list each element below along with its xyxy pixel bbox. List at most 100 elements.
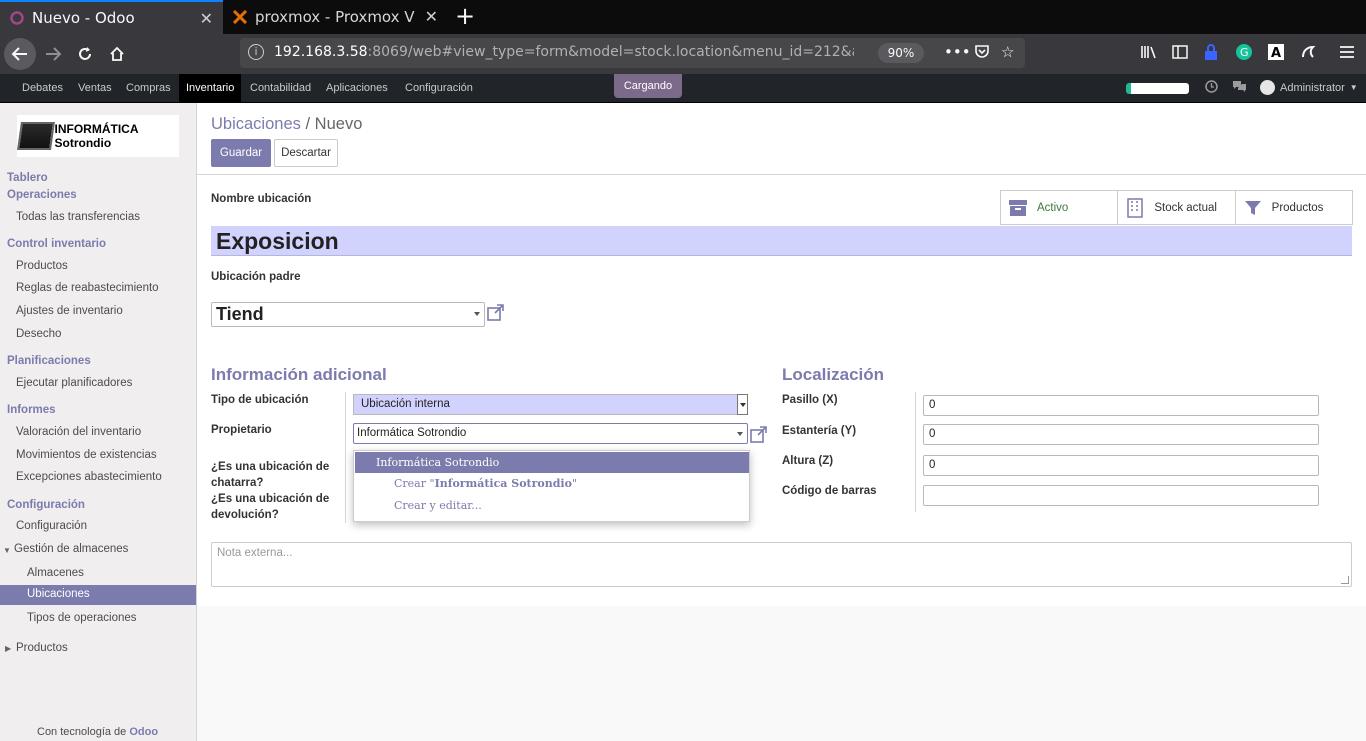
browser-tab-strip: Nuevo - Odoo ✕ proxmox - Proxmox Virt ✕ …	[0, 0, 1366, 34]
browser-tab-odoo[interactable]: Nuevo - Odoo ✕	[0, 0, 223, 34]
bookmark-star-icon[interactable]: ☆	[1001, 43, 1014, 61]
back-arrow-icon[interactable]	[4, 38, 36, 70]
return-location-label: ¿Es una ubicación de devolución?	[211, 493, 330, 521]
laptop-icon	[17, 122, 55, 150]
dropdown-option-create-edit[interactable]: Crear y editar...	[394, 499, 482, 512]
company-logo: INFORMÁTICA Sotrondio	[17, 115, 179, 157]
resize-handle-icon[interactable]	[1341, 576, 1349, 584]
menu-compras[interactable]: Compras	[119, 74, 178, 102]
sidebar-heading-configuracion[interactable]: Configuración	[7, 499, 85, 511]
external-note-textarea[interactable]: Nota externa...	[211, 542, 1352, 587]
caret-down-icon[interactable]: ▼	[3, 546, 11, 555]
sidebar-group-almacenes[interactable]: Gestión de almacenes	[14, 543, 128, 555]
location-name-input[interactable]: Exposicion	[211, 226, 1352, 256]
discard-button[interactable]: Descartar	[274, 139, 338, 167]
sidebar-item-configuracion[interactable]: Configuración	[16, 520, 87, 532]
browser-tab-proxmox[interactable]: proxmox - Proxmox Virt ✕	[223, 0, 448, 34]
lock-extension-icon[interactable]	[1204, 44, 1218, 64]
menu-contabilidad[interactable]: Contabilidad	[243, 74, 318, 102]
library-icon[interactable]	[1140, 44, 1158, 64]
products-button[interactable]: Productos	[1236, 191, 1352, 224]
extension-icon[interactable]	[1300, 44, 1316, 64]
localization-title: Localización	[782, 365, 885, 384]
address-bar[interactable]: i 192.168.3.58:8069/web#view_type=form&m…	[240, 38, 1025, 68]
sidebar-item-desecho[interactable]: Desecho	[16, 328, 61, 340]
label-separator	[345, 392, 346, 523]
chevron-down-icon[interactable]	[474, 312, 480, 316]
menu-ventas[interactable]: Ventas	[71, 74, 119, 102]
breadcrumb-current: Nuevo	[314, 115, 363, 133]
odoo-link[interactable]: Odoo	[129, 726, 158, 738]
sidebar-heading-informes[interactable]: Informes	[7, 404, 56, 416]
products-label: Productos	[1271, 201, 1324, 214]
close-icon[interactable]: ✕	[200, 9, 213, 28]
menu-inventario[interactable]: Inventario	[179, 74, 242, 102]
owner-value: Informática Sotrondio	[357, 427, 467, 439]
svg-text:G: G	[1240, 46, 1249, 59]
sidebar-item-ajustes[interactable]: Ajustes de inventario	[16, 305, 123, 317]
breadcrumb-separator: /	[305, 115, 311, 133]
menu-debates[interactable]: Debates	[15, 74, 70, 102]
sidebar-item-excepciones[interactable]: Excepciones abastecimiento	[16, 471, 162, 483]
chat-bubbles-icon[interactable]	[1232, 80, 1247, 97]
sidebar-item-almacenes[interactable]: Almacenes	[27, 567, 84, 579]
select-arrow-icon[interactable]	[737, 394, 748, 415]
grammarly-icon[interactable]: G	[1236, 44, 1252, 64]
dropdown-option-selected[interactable]: Informática Sotrondio	[355, 452, 749, 473]
label-separator	[915, 392, 916, 512]
menu-configuracion[interactable]: Configuración	[398, 74, 480, 102]
current-stock-label: Stock actual	[1154, 201, 1217, 214]
menu-aplicaciones[interactable]: Aplicaciones	[319, 74, 395, 102]
chevron-down-icon[interactable]	[737, 432, 743, 436]
barcode-label: Código de barras	[782, 485, 877, 497]
external-link-icon[interactable]	[750, 426, 767, 448]
sidebar-heading-planificaciones[interactable]: Planificaciones	[7, 355, 91, 367]
sidebar-item-movimientos[interactable]: Movimientos de existencias	[16, 449, 157, 461]
aisle-label: Pasillo (X)	[782, 394, 838, 406]
current-stock-button[interactable]: Stock actual	[1118, 191, 1236, 224]
parent-location-value: Tiend	[216, 304, 264, 324]
info-icon[interactable]: i	[248, 44, 264, 60]
sidebar-heading-tablero[interactable]: Tablero	[7, 172, 48, 184]
owner-input[interactable]: Informática Sotrondio	[353, 423, 748, 444]
sidebar-item-valoracion[interactable]: Valoración del inventario	[16, 426, 141, 438]
sidebar-item-productos[interactable]: Productos	[16, 260, 68, 272]
note-placeholder: Nota externa...	[217, 547, 293, 559]
active-toggle-button[interactable]: Activo	[1001, 191, 1119, 224]
sidebar-item-ubicaciones[interactable]: Ubicaciones	[0, 585, 196, 605]
close-icon[interactable]: ✕	[425, 7, 438, 26]
home-icon[interactable]	[101, 38, 133, 70]
external-link-icon[interactable]	[487, 304, 504, 326]
forward-arrow-icon[interactable]	[37, 38, 69, 70]
hamburger-menu-icon[interactable]	[1340, 44, 1354, 63]
sidebar-heading-control[interactable]: Control inventario	[7, 238, 106, 250]
aisle-input[interactable]: 0	[923, 395, 1319, 416]
more-actions-icon[interactable]: •••	[944, 43, 971, 61]
additional-info-title: Información adicional	[211, 365, 387, 384]
sidebar-icon[interactable]	[1172, 44, 1188, 64]
sidebar-group-productos[interactable]: Productos	[16, 642, 68, 654]
sidebar-item-reglas[interactable]: Reglas de reabastecimiento	[16, 282, 159, 294]
save-button[interactable]: Guardar	[211, 139, 271, 167]
page-background	[197, 606, 1366, 741]
dropdown-option-create[interactable]: Crear "Informática Sotrondio"	[394, 477, 577, 490]
pocket-icon[interactable]	[974, 43, 990, 63]
activity-clock-icon[interactable]	[1205, 80, 1218, 97]
height-input[interactable]: 0	[923, 455, 1319, 476]
barcode-input[interactable]	[923, 485, 1319, 506]
font-extension-icon[interactable]: A	[1268, 44, 1284, 64]
caret-right-icon[interactable]: ▶	[5, 644, 11, 653]
progress-widget[interactable]	[1126, 83, 1189, 94]
parent-location-field[interactable]: Tiend	[211, 302, 485, 327]
new-tab-icon[interactable]: +	[455, 2, 475, 30]
user-menu[interactable]: Administrator ▼	[1260, 80, 1358, 95]
sidebar-heading-operaciones[interactable]: Operaciones	[7, 189, 77, 201]
rack-input[interactable]: 0	[923, 424, 1319, 445]
sidebar-item-planificadores[interactable]: Ejecutar planificadores	[16, 377, 132, 389]
sidebar-item-tipos-operaciones[interactable]: Tipos de operaciones	[27, 612, 137, 624]
breadcrumb-ubicaciones[interactable]: Ubicaciones	[211, 115, 301, 133]
zoom-level[interactable]: 90%	[878, 43, 924, 63]
sidebar-item-transferencias[interactable]: Todas las transferencias	[16, 211, 140, 223]
location-type-select[interactable]: Ubicación interna	[353, 394, 748, 415]
reload-icon[interactable]	[69, 38, 101, 70]
